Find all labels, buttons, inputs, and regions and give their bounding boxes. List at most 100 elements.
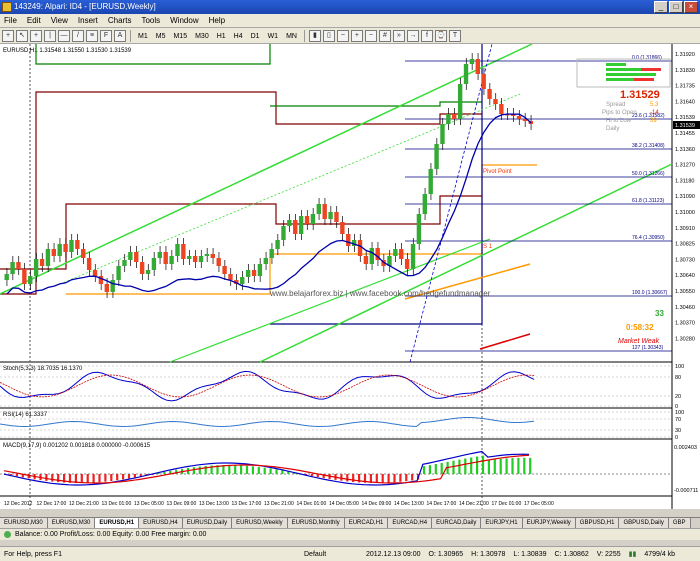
candle-body [463,64,469,84]
menu-edit[interactable]: Edit [27,16,41,25]
period-m1[interactable]: M1 [135,30,151,42]
maximize-button[interactable]: □ [669,1,683,13]
info-row-value: -14 [650,110,659,116]
candle-body [163,252,168,264]
chart-tab[interactable]: GBPUSD,H1 [575,518,620,528]
minimize-button[interactable]: _ [654,1,668,13]
chart-tab[interactable]: EURUSD,Daily [182,518,233,528]
candle-body [399,249,404,259]
candle-body [145,270,151,274]
macd-bar [434,464,437,474]
menu-window[interactable]: Window [170,16,198,25]
chart-tab-active[interactable]: EURUSD,H1 [95,518,140,528]
candle-body [369,248,374,264]
period-h1[interactable]: H1 [214,30,229,42]
candle-body [110,280,115,292]
time-label: 17 Dec 05:00 [524,501,554,507]
status-high: H: 1.30978 [471,550,506,558]
macd-bar [523,457,526,474]
status-help: For Help, press F1 [4,550,62,558]
chart-tab[interactable]: GBPUSD,Daily [619,518,669,528]
macd-bar [310,474,313,476]
candle-body [39,259,45,266]
candle-body [222,266,227,274]
bar-chart-icon[interactable]: ▮ [308,29,321,42]
trendline-icon[interactable]: / [72,29,84,42]
fib-level-label: 100.0 (1.30667) [632,290,668,296]
stoch-label: Stoch(5,3,3) 18.7035 16.1370 [3,366,83,372]
strength-bar [606,68,641,71]
candle-body [216,258,221,266]
chart-tab[interactable]: EURUSD,Weekly [232,518,288,528]
fibo-icon[interactable]: F [100,29,112,42]
line-icon[interactable]: | [44,29,56,42]
macd-bar [487,460,490,474]
crosshair-icon[interactable]: + [30,29,42,42]
chart-tab[interactable]: GBP [668,518,691,528]
period-h4[interactable]: H4 [231,30,246,42]
new-chart-icon[interactable]: + [2,29,14,42]
macd-bar [269,468,272,474]
candle-body [116,266,121,280]
status-traffic: 4799/4 kb [644,550,676,558]
chart-canvas[interactable]: EURUSD,H1 1.31548 1.31550 1.31530 1.3153… [0,43,700,509]
hline-icon[interactable]: — [58,29,70,42]
price-label: 1.31360 [675,147,695,153]
menu-charts[interactable]: Charts [108,16,132,25]
menu-tools[interactable]: Tools [141,16,160,25]
grid-icon[interactable]: # [378,29,391,42]
status-open: O: 1.30965 [428,550,464,558]
templates-icon[interactable]: T [448,29,461,42]
candle-body [416,214,422,244]
chart-tab[interactable]: EURCAD,H1 [344,518,389,528]
time-label: 13 Dec 21:00 [264,501,294,507]
menu-view[interactable]: View [51,16,68,25]
periods-icon[interactable]: ⌚ [434,29,447,42]
cursor-icon[interactable]: ↖ [16,29,28,42]
candle-body [251,270,257,276]
period-w1[interactable]: W1 [265,30,282,42]
candle-body [10,262,15,274]
candle-body [104,284,109,292]
price-label: 1.31920 [675,52,695,58]
chart-tab[interactable]: EURUSD,Monthly [287,518,345,528]
close-button[interactable]: × [684,1,698,13]
zoom-out-icon[interactable]: − [364,29,377,42]
candle-timer: 0:58:32 [626,323,654,332]
chart-window[interactable]: EURUSD,H1 1.31548 1.31550 1.31530 1.3153… [0,43,700,509]
chart-tab[interactable]: EURJPY,Weekly [522,518,576,528]
price-label: 1.31830 [675,68,695,74]
indicators-icon[interactable]: f [420,29,433,42]
time-label: 12 Dec 17:00 [37,501,67,507]
chart-tab[interactable]: EURUSD,M30 [0,518,48,528]
macd-bar [499,458,502,474]
autoscroll-icon[interactable]: » [392,29,405,42]
line-chart-icon[interactable]: ~ [336,29,349,42]
menu-help[interactable]: Help [209,16,225,25]
candle-chart-icon[interactable]: ▯ [322,29,335,42]
menu-insert[interactable]: Insert [78,16,98,25]
chart-tab[interactable]: EURJPY,H1 [481,518,523,528]
candle-body [446,114,451,124]
period-d1[interactable]: D1 [248,30,263,42]
menu-file[interactable]: File [4,16,17,25]
period-m5[interactable]: M5 [153,30,169,42]
info-row-label: Hi to Low [606,118,632,124]
strength-bar [606,73,656,76]
period-mn[interactable]: MN [283,30,300,42]
zoom-in-icon[interactable]: + [350,29,363,42]
chart-tab[interactable]: EURUSD,H4 [139,518,183,528]
period-m15[interactable]: M15 [170,30,190,42]
candle-body [316,204,321,214]
chart-shift-icon[interactable]: → [406,29,419,42]
text-icon[interactable]: A [114,29,126,42]
strength-bar [641,68,661,71]
rsi-level-label: 70 [675,417,681,423]
stoch-level-label: 100 [675,364,684,370]
chart-tab[interactable]: EURCAD,Daily [432,518,482,528]
chart-tab[interactable]: EURUSD,M30 [47,518,96,528]
chart-tab[interactable]: EURCAD,H4 [388,518,433,528]
channel-icon[interactable]: ≡ [86,29,98,42]
period-m30[interactable]: M30 [192,30,212,42]
candle-body [440,124,445,144]
